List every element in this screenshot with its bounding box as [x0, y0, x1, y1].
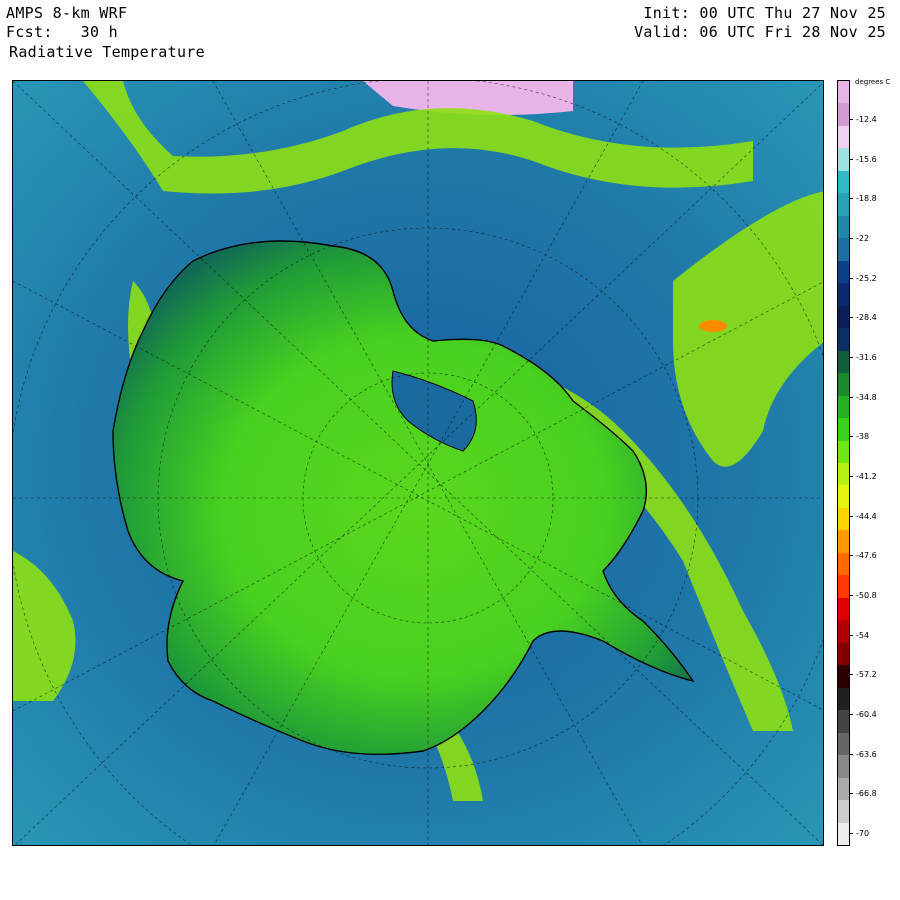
colorbar-segment — [838, 350, 849, 374]
colorbar-tick-label: -47.6 — [849, 552, 877, 560]
valid-time: Valid: 06 UTC Fri 28 Nov 25 — [634, 23, 886, 41]
colorbar-segment — [838, 665, 849, 689]
colorbar-segment — [838, 305, 849, 329]
colorbar-segment — [838, 620, 849, 644]
colorbar-segment — [838, 463, 849, 487]
colorbar-segment — [838, 418, 849, 442]
colorbar-segment — [838, 732, 849, 756]
colorbar-segment — [838, 215, 849, 239]
colorbar-segment — [838, 710, 849, 734]
colorbar-segment — [838, 777, 849, 801]
colorbar-segment — [838, 260, 849, 284]
colorbar-segment — [838, 485, 849, 509]
colorbar-segment — [838, 597, 849, 621]
colorbar-tick-label: -66.8 — [849, 790, 877, 798]
map-canvas — [13, 81, 823, 845]
colorbar-tick-label: -25.2 — [849, 274, 877, 283]
colorbar-segment — [838, 81, 849, 105]
colorbar-segment — [838, 170, 849, 194]
colorbar-segment — [838, 440, 849, 464]
colorbar-segment — [838, 373, 849, 397]
forecast-hour: Fcst: 30 h — [6, 23, 118, 41]
colorbar-segment — [838, 395, 849, 419]
model-name: AMPS 8-km WRF — [6, 4, 128, 22]
colorbar-tick-label: -57.2 — [849, 671, 877, 679]
colorbar-segment — [838, 328, 849, 352]
colorbar-tick-label: -70 — [848, 830, 869, 838]
colorbar-segment — [838, 125, 849, 149]
colorbar-tick-label: -12.4 — [849, 116, 877, 124]
colorbar-tick-label: -31.6 — [849, 354, 877, 362]
colorbar-segment — [838, 642, 849, 666]
colorbar-units: degrees C — [855, 78, 891, 86]
colorbar-segment — [838, 575, 849, 599]
colorbar-tick-label: -34.8 — [849, 393, 877, 402]
colorbar-segment — [838, 552, 849, 576]
colorbar-tick-label: -15.6 — [849, 155, 877, 164]
init-time: Init: 00 UTC Thu 27 Nov 25 — [643, 4, 886, 22]
colorbar-segment — [838, 193, 849, 217]
colorbar-segment — [838, 800, 849, 824]
colorbar-segment — [838, 822, 849, 845]
colorbar-tick-label: -28.4 — [849, 314, 877, 322]
colorbar-segment — [838, 530, 849, 554]
colorbar-tick-label: -54 — [848, 631, 869, 640]
colorbar-segment — [838, 238, 849, 262]
colorbar-segment — [838, 507, 849, 531]
color-bar — [837, 80, 850, 846]
antarctic-map — [12, 80, 824, 846]
colorbar-segment — [838, 687, 849, 711]
colorbar-tick-label: -50.8 — [849, 592, 877, 600]
colorbar-tick-label: -22 — [848, 235, 869, 243]
colorbar-tick-label: -41.2 — [849, 473, 877, 481]
colorbar-segment — [838, 283, 849, 307]
colorbar-tick-label: -63.6 — [849, 750, 877, 759]
colorbar-tick-label: -60.4 — [849, 711, 877, 719]
colorbar-segment — [838, 148, 849, 172]
colorbar-segment — [838, 755, 849, 779]
field-title: Radiative Temperature — [9, 43, 205, 61]
colorbar-tick-label: -18.8 — [849, 195, 877, 203]
colorbar-tick-label: -38 — [848, 433, 869, 441]
colorbar-segment — [838, 103, 849, 127]
colorbar-tick-label: -44.4 — [849, 512, 877, 521]
